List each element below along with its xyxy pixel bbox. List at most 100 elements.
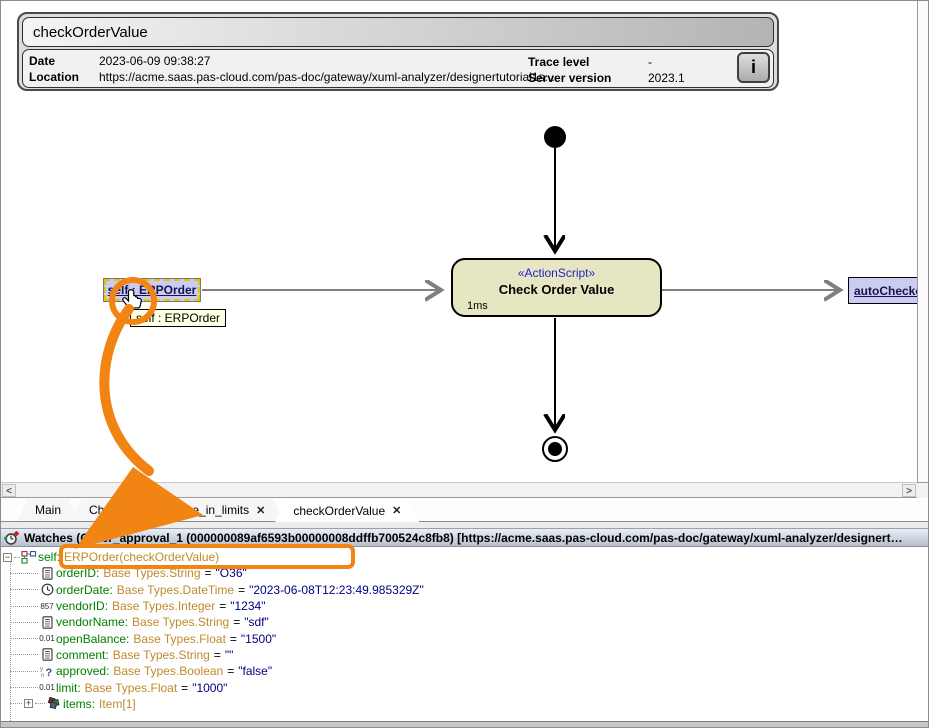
watch-icon-slot: y n ? 857	[38, 602, 56, 611]
tree-connector	[10, 703, 22, 704]
tree-connector	[10, 654, 38, 655]
watch-value: "1000"	[192, 681, 227, 695]
watches-header[interactable]: Watches (Order_approval_1 (000000089af65…	[1, 528, 929, 547]
xuml-trace-analyzer-window: checkOrderValue Date 2023-06-09 09:38:27…	[0, 0, 929, 728]
watch-equals: =	[233, 615, 240, 629]
diagram-canvas[interactable]: checkOrderValue Date 2023-06-09 09:38:27…	[1, 1, 929, 498]
diagram-vertical-scrollbar[interactable]	[917, 1, 929, 482]
watch-row[interactable]: − y n ?	[1, 549, 929, 565]
watch-icon-slot: y n ? 0.01	[38, 683, 56, 692]
watch-value: "false"	[238, 664, 272, 678]
svg-text:y: y	[40, 666, 43, 672]
watch-type: Item[1]	[99, 697, 136, 711]
scroll-left-button[interactable]: <	[2, 484, 16, 497]
watch-row[interactable]: y n ? approved: Base Types.Boolean = "fa…	[1, 663, 929, 679]
watch-name: openBalance:	[56, 632, 129, 646]
tab-choice-order-value-in-limits[interactable]: Choice_Order_value_in_limits ✕	[71, 499, 283, 521]
tab-label: checkOrderValue	[293, 504, 385, 518]
watches-tree: − y n ?	[1, 549, 929, 721]
watch-type: Base Types.Float	[133, 632, 226, 646]
tab-label: Main	[35, 503, 61, 517]
number-type-icon: 857	[40, 602, 53, 611]
tree-connector	[10, 622, 38, 623]
watch-type: Base Types.String	[103, 566, 200, 580]
watch-equals: =	[238, 583, 245, 597]
watch-name: orderDate:	[56, 583, 113, 597]
items-icon	[47, 697, 61, 710]
watch-equals: =	[205, 566, 212, 580]
tooltip: self : ERPOrder	[130, 309, 226, 327]
document-icon	[42, 648, 53, 661]
tab-main[interactable]: Main	[17, 499, 79, 521]
watch-row[interactable]: y n ? vendorName: Base Types.String = "s…	[1, 614, 929, 630]
document-icon	[42, 567, 53, 580]
tree-connector	[10, 638, 38, 639]
watch-row[interactable]: y n ? 857 vendorID: Base Types.Integer =…	[1, 598, 929, 614]
scroll-right-button[interactable]: >	[902, 484, 916, 497]
tab-close-icon[interactable]: ✕	[392, 504, 401, 517]
hand-cursor-icon	[120, 288, 144, 315]
final-node-dot	[548, 442, 562, 456]
watch-value: "O36"	[216, 566, 247, 580]
watch-type: Base Types.Boolean	[113, 664, 223, 678]
diagram-tab-bar: Main Choice_Order_value_in_limits ✕ chec…	[1, 498, 929, 522]
watch-equals: =	[219, 599, 226, 613]
watch-equals: =	[181, 681, 188, 695]
clock-icon	[41, 583, 54, 596]
action-stereotype: «ActionScript»	[518, 266, 595, 280]
watch-name: limit:	[56, 681, 81, 695]
watch-type: Base Types.DateTime	[117, 583, 234, 597]
activity-diagram	[1, 1, 929, 498]
tree-connector	[35, 703, 45, 704]
watch-row[interactable]: y n ? orderID: Base Types.String = "O36"	[1, 565, 929, 581]
watch-row[interactable]: y n ? 0.01 limit: Base Types.Float = "10…	[1, 679, 929, 695]
watch-name: items:	[63, 697, 95, 711]
watch-value: ""	[225, 648, 234, 662]
boolean-icon: y n ?	[40, 665, 54, 678]
tree-connector	[10, 589, 38, 590]
object-node-autocheckout[interactable]: autoCheckou	[848, 277, 921, 304]
action-title: Check Order Value	[499, 282, 615, 297]
watch-equals: =	[214, 648, 221, 662]
tree-connector	[10, 687, 38, 688]
watch-value: "2023-06-08T12:23:49.985329Z"	[249, 583, 424, 597]
watch-icon-slot: y n ?	[38, 567, 56, 580]
tab-checkordervalue[interactable]: checkOrderValue ✕	[275, 499, 419, 522]
watches-panel: Watches (Order_approval_1 (000000089af65…	[1, 528, 929, 728]
watch-row[interactable]: + y n ?	[1, 696, 929, 712]
watch-value: "sdf"	[244, 615, 269, 629]
watches-bottom-scrollbar[interactable]	[1, 721, 929, 728]
watch-name: approved:	[56, 664, 109, 678]
watch-type: Base Types.String	[132, 615, 229, 629]
action-node-check-order-value[interactable]: «ActionScript» Check Order Value 1ms	[451, 258, 662, 317]
tree-expander[interactable]: −	[3, 553, 12, 562]
watches-title: Watches (Order_approval_1 (000000089af65…	[24, 531, 903, 545]
tree-expander[interactable]: +	[24, 699, 33, 708]
watch-icon-slot: y n ?	[38, 583, 56, 596]
watch-row[interactable]: y n ? comment: Base Types.String = ""	[1, 647, 929, 663]
tree-connector	[10, 573, 38, 574]
object-node-self-erporder[interactable]: self : ERPOrder	[104, 279, 200, 301]
watch-row[interactable]: y n ? orderDate: Base Types.DateTime = "…	[1, 582, 929, 598]
watch-icon-slot: y n ?	[38, 616, 56, 629]
watch-name: vendorID:	[56, 599, 108, 613]
watch-type: ERPOrder(checkOrderValue)	[64, 550, 219, 564]
watch-type: Base Types.Integer	[112, 599, 215, 613]
watch-name: self:	[38, 550, 60, 564]
watch-name: orderID:	[56, 566, 99, 580]
diagram-horizontal-scrollbar[interactable]: < >	[1, 482, 917, 498]
number-type-icon: 0.01	[39, 634, 55, 643]
initial-node	[544, 126, 566, 148]
tab-close-icon[interactable]: ✕	[256, 504, 265, 517]
watch-value: "1234"	[230, 599, 265, 613]
watches-icon	[4, 531, 19, 545]
watch-icon-slot: y n ?	[45, 697, 63, 710]
tree-connector	[10, 606, 38, 607]
watch-value: "1500"	[241, 632, 276, 646]
scrollbar-corner	[917, 482, 929, 498]
tab-label: Choice_Order_value_in_limits	[89, 503, 249, 517]
action-duration: 1ms	[467, 300, 488, 312]
svg-text:?: ?	[46, 667, 53, 678]
tree-connector	[10, 671, 38, 672]
watch-row[interactable]: y n ? 0.01 openBalance: Base Types.Float…	[1, 630, 929, 646]
